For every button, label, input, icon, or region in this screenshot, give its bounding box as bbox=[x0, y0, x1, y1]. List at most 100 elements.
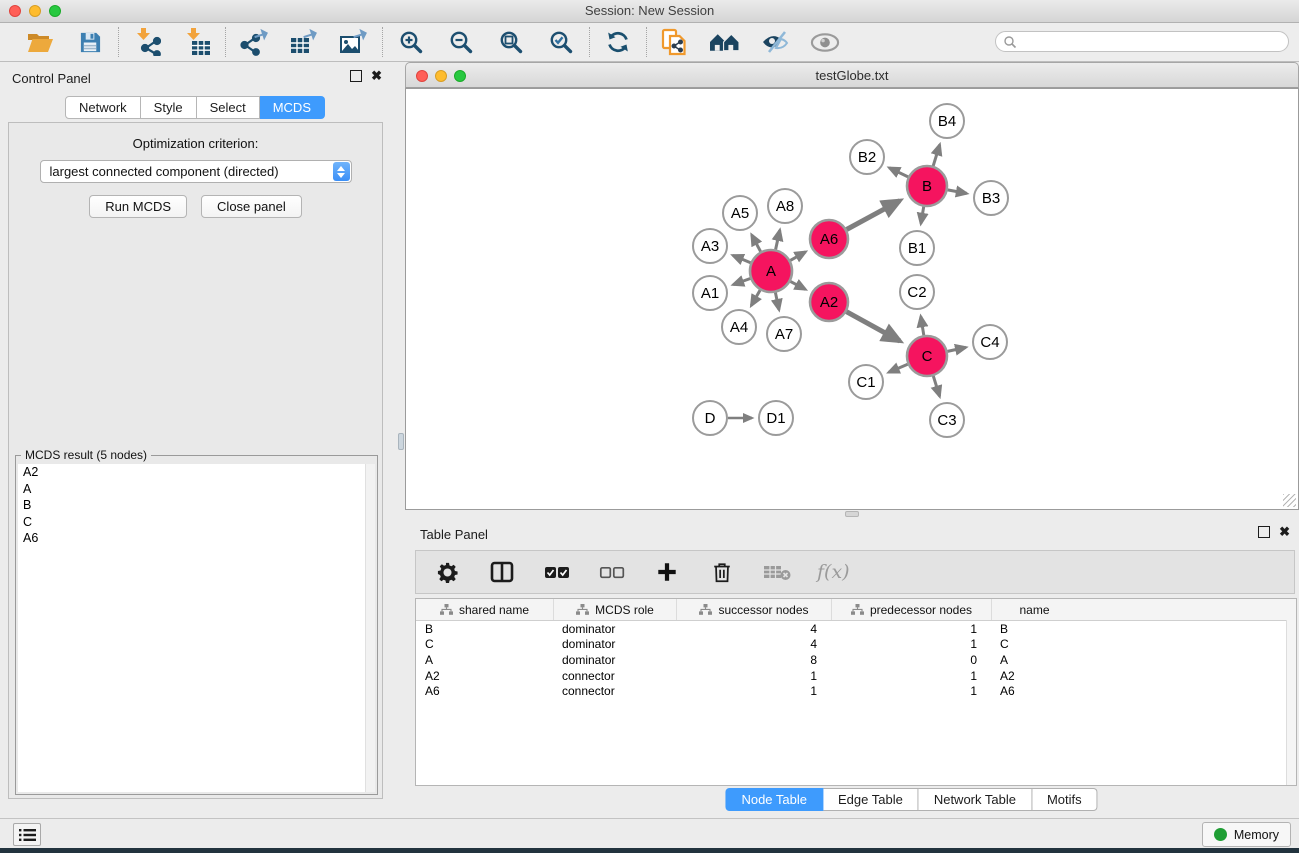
column-header-predecessor-nodes[interactable]: predecessor nodes bbox=[831, 599, 991, 620]
zoom-fit-icon[interactable] bbox=[496, 27, 526, 57]
edge-A-A5[interactable] bbox=[752, 235, 761, 252]
export-image-icon[interactable] bbox=[339, 27, 369, 57]
network-minimize-button[interactable] bbox=[435, 70, 447, 82]
edge-A2-C[interactable] bbox=[847, 312, 900, 341]
memory-button[interactable]: Memory bbox=[1202, 822, 1291, 847]
save-session-icon[interactable] bbox=[75, 27, 105, 57]
table-cell[interactable]: dominator bbox=[553, 622, 676, 636]
table-cell[interactable]: A6 bbox=[416, 684, 553, 698]
table-cell[interactable]: C bbox=[991, 637, 1077, 651]
edge-C-C2[interactable] bbox=[921, 317, 924, 336]
edge-C-C3[interactable] bbox=[933, 376, 939, 396]
tab-motifs[interactable]: Motifs bbox=[1032, 788, 1098, 811]
close-table-panel-icon[interactable]: ✖ bbox=[1279, 527, 1290, 537]
mcds-result-item[interactable]: A2 bbox=[18, 464, 375, 481]
export-table-icon[interactable] bbox=[289, 27, 319, 57]
table-cell[interactable]: connector bbox=[553, 669, 676, 683]
node-B2[interactable]: B2 bbox=[850, 140, 884, 174]
show-details-icon[interactable] bbox=[810, 27, 840, 57]
node-C1[interactable]: C1 bbox=[849, 365, 883, 399]
node-A2[interactable]: A2 bbox=[810, 283, 848, 321]
network-canvas[interactable]: AA5A8A3A1A4A7A6A2BB2B4B3B1CC2C4C1C3DD1 bbox=[405, 88, 1299, 510]
mcds-result-list[interactable]: A2ABCA6 bbox=[18, 464, 375, 792]
edge-B-B2[interactable] bbox=[889, 168, 908, 177]
table-cell[interactable]: 1 bbox=[831, 684, 991, 698]
table-cell[interactable]: 1 bbox=[831, 637, 991, 651]
vertical-splitter-handle[interactable] bbox=[398, 433, 404, 450]
tab-style[interactable]: Style bbox=[141, 96, 197, 119]
edge-B-B1[interactable] bbox=[921, 207, 924, 224]
table-row[interactable]: A2connector11A2 bbox=[416, 668, 1296, 684]
table-cell[interactable]: A6 bbox=[991, 684, 1077, 698]
table-cell[interactable]: connector bbox=[553, 684, 676, 698]
node-C3[interactable]: C3 bbox=[930, 403, 964, 437]
tab-mcds[interactable]: MCDS bbox=[260, 96, 325, 119]
search-input[interactable] bbox=[1017, 34, 1271, 50]
home-icon[interactable] bbox=[710, 27, 740, 57]
search-field[interactable] bbox=[995, 31, 1289, 52]
task-history-button[interactable] bbox=[13, 823, 41, 846]
mcds-result-item[interactable]: A6 bbox=[18, 530, 375, 547]
table-cell[interactable]: 1 bbox=[831, 669, 991, 683]
table-cell[interactable]: 1 bbox=[676, 684, 831, 698]
node-C2[interactable]: C2 bbox=[900, 275, 934, 309]
node-A1[interactable]: A1 bbox=[693, 276, 727, 310]
table-cell[interactable]: A bbox=[991, 653, 1077, 667]
edge-C-C1[interactable] bbox=[889, 364, 908, 372]
mcds-result-item[interactable]: B bbox=[18, 497, 375, 514]
node-B4[interactable]: B4 bbox=[930, 104, 964, 138]
table-cell[interactable]: 8 bbox=[676, 653, 831, 667]
export-network-icon[interactable] bbox=[239, 27, 269, 57]
network-overview-icon[interactable] bbox=[660, 27, 690, 57]
table-scrollbar[interactable] bbox=[1286, 620, 1296, 785]
edge-A-A8[interactable] bbox=[776, 230, 780, 249]
table-cell[interactable]: C bbox=[416, 637, 553, 651]
edge-A-A1[interactable] bbox=[733, 279, 750, 285]
edge-A-A7[interactable] bbox=[775, 293, 779, 310]
toggle-columns-icon[interactable] bbox=[487, 557, 517, 587]
table-row[interactable]: Cdominator41C bbox=[416, 637, 1296, 653]
tab-select[interactable]: Select bbox=[197, 96, 260, 119]
node-A[interactable]: A bbox=[750, 250, 792, 292]
close-panel-button[interactable]: Close panel bbox=[201, 195, 302, 218]
network-close-button[interactable] bbox=[416, 70, 428, 82]
edge-A-A4[interactable] bbox=[751, 290, 760, 305]
edge-A-A2[interactable] bbox=[790, 281, 805, 289]
table-cell[interactable]: dominator bbox=[553, 653, 676, 667]
node-C[interactable]: C bbox=[907, 336, 947, 376]
resize-grip-icon[interactable] bbox=[1283, 494, 1296, 507]
open-file-icon[interactable] bbox=[25, 27, 55, 57]
mcds-result-item[interactable]: C bbox=[18, 514, 375, 531]
maximize-window-button[interactable] bbox=[49, 5, 61, 17]
node-A3[interactable]: A3 bbox=[693, 229, 727, 263]
node-D1[interactable]: D1 bbox=[759, 401, 793, 435]
table-settings-gear-icon[interactable] bbox=[432, 557, 462, 587]
function-builder-icon[interactable]: f(x) bbox=[817, 561, 850, 583]
edge-B-B4[interactable] bbox=[933, 145, 940, 166]
node-B[interactable]: B bbox=[907, 166, 947, 206]
refresh-icon[interactable] bbox=[603, 27, 633, 57]
tab-edge-table[interactable]: Edge Table bbox=[823, 788, 919, 811]
select-all-rows-icon[interactable] bbox=[542, 557, 572, 587]
edge-A6-B[interactable] bbox=[847, 201, 900, 230]
node-A4[interactable]: A4 bbox=[722, 310, 756, 344]
close-window-button[interactable] bbox=[9, 5, 21, 17]
add-column-icon[interactable] bbox=[652, 557, 682, 587]
table-row[interactable]: A6connector11A6 bbox=[416, 683, 1296, 699]
tab-network-table[interactable]: Network Table bbox=[919, 788, 1032, 811]
minimize-window-button[interactable] bbox=[29, 5, 41, 17]
zoom-selected-icon[interactable] bbox=[546, 27, 576, 57]
table-cell[interactable]: 1 bbox=[831, 622, 991, 636]
tab-node-table[interactable]: Node Table bbox=[725, 788, 823, 811]
table-cell[interactable]: 0 bbox=[831, 653, 991, 667]
node-B3[interactable]: B3 bbox=[974, 181, 1008, 215]
delete-column-trash-icon[interactable] bbox=[707, 557, 737, 587]
hide-details-icon[interactable] bbox=[760, 27, 790, 57]
node-A7[interactable]: A7 bbox=[767, 317, 801, 351]
edge-A-A3[interactable] bbox=[733, 255, 751, 262]
delete-table-icon[interactable] bbox=[762, 557, 792, 587]
result-list-scrollbar[interactable] bbox=[365, 464, 375, 792]
run-mcds-button[interactable]: Run MCDS bbox=[89, 195, 187, 218]
table-cell[interactable]: 4 bbox=[676, 622, 831, 636]
criterion-select[interactable]: largest connected component (directed) bbox=[40, 160, 352, 183]
